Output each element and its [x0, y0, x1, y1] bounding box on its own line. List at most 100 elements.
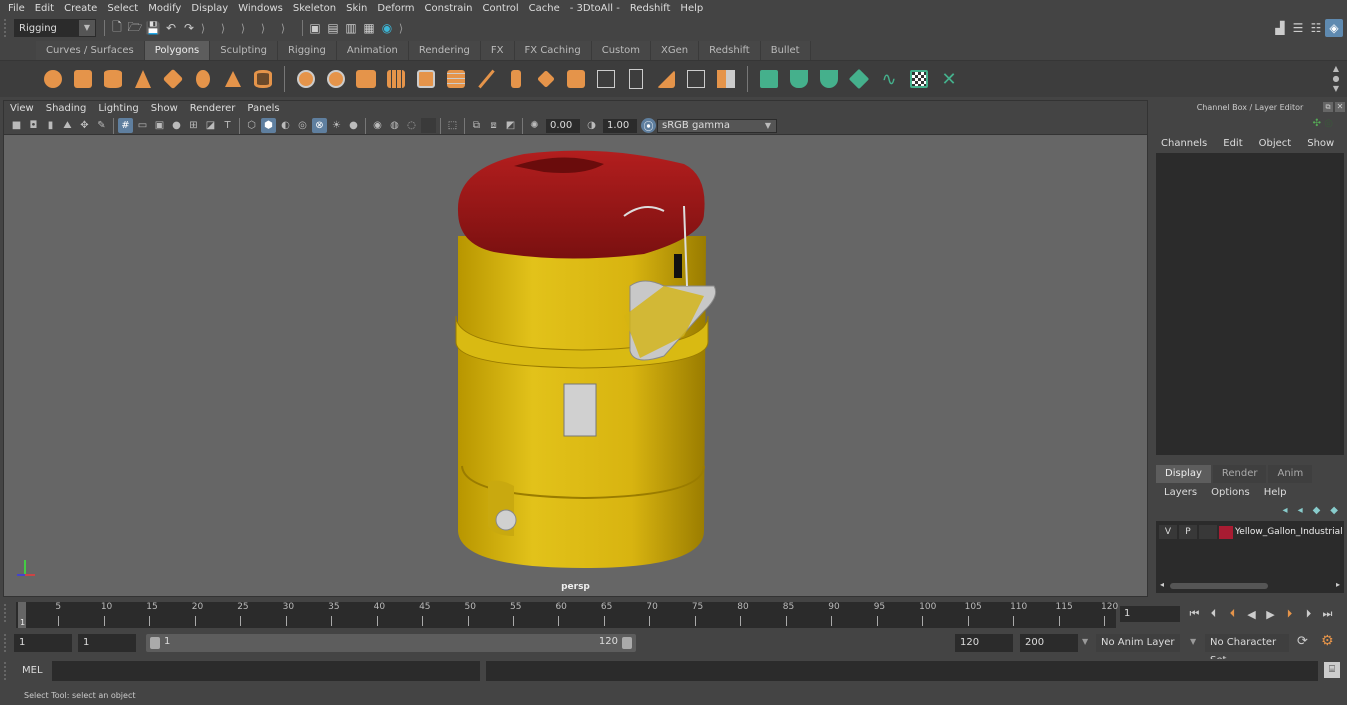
auto-key-icon[interactable]: ⟳ — [1297, 634, 1308, 649]
cylindrical-map-icon[interactable] — [786, 66, 812, 92]
xray-components-icon[interactable]: ◩ — [503, 118, 518, 133]
play-forward-icon[interactable]: ▶ — [1261, 608, 1280, 621]
shelf-tab-custom[interactable]: Custom — [591, 41, 652, 60]
collapse-chevron-icon[interactable]: ⟩ — [396, 22, 406, 35]
viewport-menu-renderer[interactable]: Renderer — [190, 101, 242, 117]
character-set-dropdown[interactable]: No Character Set — [1205, 634, 1289, 666]
menu-select[interactable]: Select — [103, 0, 144, 17]
merge-icon[interactable] — [683, 66, 709, 92]
field-chart-icon[interactable]: ⊞ — [186, 118, 201, 133]
viewport-menu-view[interactable]: View — [10, 101, 40, 117]
menu-cache[interactable]: Cache — [525, 0, 566, 17]
collapse-chevron-icon[interactable]: ⟩ — [198, 22, 208, 35]
multi-cut-icon[interactable] — [533, 66, 559, 92]
uv-unfold-icon[interactable]: ✕ — [936, 66, 962, 92]
step-back-key-icon[interactable]: ⏴ — [1223, 607, 1242, 621]
time-slider-track[interactable]: 1 5 10 15 20 25 30 35 40 45 50 55 60 65 70 75 80 85 90 95 1… — [16, 602, 1118, 628]
collapse-chevron-icon[interactable]: ⟩ — [258, 22, 268, 35]
playback-end-field[interactable]: 120 — [955, 634, 1013, 652]
smooth-icon[interactable] — [383, 66, 409, 92]
menu-file[interactable]: File — [4, 0, 31, 17]
gate-mask-icon[interactable]: ● — [169, 118, 184, 133]
play-backward-icon[interactable]: ◀ — [1242, 608, 1261, 621]
menu-skeleton[interactable]: Skeleton — [289, 0, 342, 17]
shelf-tab-rigging[interactable]: Rigging — [277, 41, 337, 60]
toolbar-grip[interactable] — [4, 604, 10, 622]
command-input[interactable] — [52, 661, 480, 681]
layer-color-swatch[interactable] — [1219, 525, 1233, 539]
step-forward-key-icon[interactable]: ⏵ — [1280, 607, 1299, 621]
layer-row[interactable]: V P Yellow_Gallon_Industrial — [1156, 523, 1344, 541]
safe-title-icon[interactable]: T — [220, 118, 235, 133]
step-back-icon[interactable]: ⏴ — [1204, 607, 1223, 621]
scroll-right-icon[interactable]: ▸ — [1336, 580, 1340, 589]
shelf-tab-fx[interactable]: FX — [480, 41, 515, 60]
motion-blur-icon[interactable]: ◍ — [387, 118, 402, 133]
cb-menu-edit[interactable]: Edit — [1223, 138, 1242, 149]
redo-icon[interactable]: ↷ — [180, 19, 198, 37]
collapse-chevron-icon[interactable]: ⟩ — [278, 22, 288, 35]
cb-menu-object[interactable]: Object — [1259, 138, 1292, 149]
safe-action-icon[interactable]: ◪ — [203, 118, 218, 133]
gamma-field[interactable]: 1.00 — [603, 118, 637, 133]
menu-redshift[interactable]: Redshift — [626, 0, 677, 17]
xray-joints-icon[interactable]: ⧈ — [486, 118, 501, 133]
poly-sphere-icon[interactable] — [40, 66, 66, 92]
range-slider[interactable]: 1 120 — [146, 634, 636, 652]
animation-start-field[interactable]: 1 — [14, 634, 72, 652]
image-plane-icon[interactable]: ⛰ — [60, 118, 75, 133]
resolution-gate-icon[interactable]: ▣ — [152, 118, 167, 133]
exposure-field[interactable]: 0.00 — [546, 118, 580, 133]
shadows-icon[interactable]: ● — [346, 118, 361, 133]
layer-menu-help[interactable]: Help — [1264, 485, 1287, 501]
wireframe-icon[interactable]: ⬡ — [244, 118, 259, 133]
animation-preferences-icon[interactable]: ⚙ — [1321, 633, 1334, 649]
manipulator-icon[interactable]: ✣ — [1313, 118, 1321, 129]
shelf-tab-animation[interactable]: Animation — [336, 41, 409, 60]
render-settings-icon[interactable]: ▦ — [360, 19, 378, 37]
color-space-dropdown[interactable]: sRGB gamma ▼ — [657, 118, 777, 133]
range-end-handle[interactable] — [622, 637, 632, 649]
toolbar-grip[interactable] — [4, 662, 10, 680]
layer-type-toggle[interactable] — [1199, 525, 1217, 539]
playback-start-field[interactable]: 1 — [78, 634, 136, 652]
new-scene-icon[interactable]: 🗋 — [108, 19, 126, 37]
attribute-editor-icon[interactable]: ☰ — [1289, 19, 1307, 37]
scrollbar-thumb[interactable] — [1170, 583, 1268, 589]
float-panel-icon[interactable]: ⧉ — [1323, 102, 1333, 112]
current-frame-field[interactable]: 1 — [1120, 606, 1180, 622]
shelf-tab-rendering[interactable]: Rendering — [408, 41, 481, 60]
hypershade-icon[interactable]: ◉ — [378, 19, 396, 37]
screen-space-ao-icon[interactable]: ◉ — [370, 118, 385, 133]
command-language-label[interactable]: MEL — [22, 665, 43, 676]
layer-name[interactable]: Yellow_Gallon_Industrial — [1235, 527, 1343, 537]
shelf-tab-bullet[interactable]: Bullet — [760, 41, 811, 60]
new-layer-from-selected-icon[interactable]: ◆ — [1330, 505, 1338, 516]
viewport-menu-lighting[interactable]: Lighting — [98, 101, 144, 117]
append-polygon-icon[interactable] — [623, 66, 649, 92]
anim-layer-dropdown[interactable]: No Anim Layer — [1096, 634, 1180, 652]
depth-of-field-icon[interactable] — [421, 118, 436, 133]
chevron-down-icon[interactable]: ▼ — [1082, 637, 1088, 646]
close-icon[interactable]: ✕ — [1335, 102, 1345, 112]
menu-deform[interactable]: Deform — [373, 0, 420, 17]
viewport-menu-panels[interactable]: Panels — [247, 101, 285, 117]
poly-pyramid-icon[interactable] — [220, 66, 246, 92]
poly-torus-icon[interactable] — [190, 66, 216, 92]
menu-help[interactable]: Help — [676, 0, 709, 17]
extrude-icon[interactable] — [413, 66, 439, 92]
color-management-icon[interactable]: ⦿ — [641, 118, 656, 133]
scroll-left-icon[interactable]: ◂ — [1160, 580, 1164, 589]
insert-edge-loop-icon[interactable] — [503, 66, 529, 92]
chevron-down-icon[interactable]: ▼ — [1190, 637, 1196, 646]
anti-aliasing-icon[interactable]: ◌ — [404, 118, 419, 133]
animation-end-field[interactable]: 200 — [1020, 634, 1078, 652]
shelf-tab-sculpting[interactable]: Sculpting — [210, 41, 278, 60]
toolbar-grip[interactable] — [4, 19, 10, 37]
layer-menu-options[interactable]: Options — [1211, 485, 1250, 501]
render-sequence-icon[interactable]: ▤ — [324, 19, 342, 37]
menu-3dtoall[interactable]: - 3DtoAll - — [566, 0, 626, 17]
menu-windows[interactable]: Windows — [234, 0, 289, 17]
fill-hole-icon[interactable] — [653, 66, 679, 92]
new-layer-icon[interactable]: ◆ — [1313, 505, 1321, 516]
